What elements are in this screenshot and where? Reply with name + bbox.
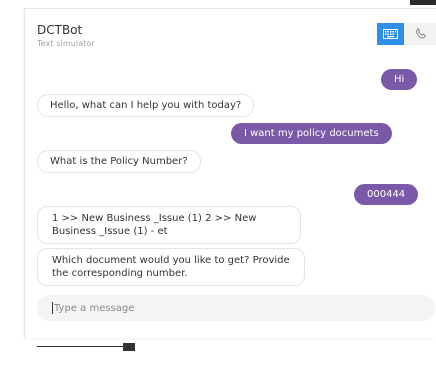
bot-message: What is the Policy Number? <box>37 150 201 173</box>
bot-subtitle: Text simulator <box>37 39 95 48</box>
text-mode-button[interactable] <box>377 23 404 45</box>
text-cursor <box>52 302 53 314</box>
bot-name: DCTBot <box>37 23 83 37</box>
resize-handle[interactable] <box>37 343 137 351</box>
bot-message: Which document would you like to get? Pr… <box>37 248 305 286</box>
phone-icon <box>415 27 426 39</box>
bot-message: 1 >> New Business _Issue (1) 2 >> New Bu… <box>37 206 301 244</box>
chat-header: DCTBot Text simulator <box>25 9 436 57</box>
user-message: 000444 <box>354 184 419 205</box>
keyboard-icon <box>383 29 398 39</box>
chat-window: DCTBot Text simulator Hi Hello, what can… <box>24 8 436 338</box>
message-input[interactable] <box>37 295 435 321</box>
top-edge-marker <box>410 0 436 5</box>
bot-message: Hello, what can I help you with today? <box>37 94 255 117</box>
user-message: I want my policy documets <box>231 123 392 144</box>
user-message: Hi <box>381 69 418 90</box>
message-composer <box>37 295 435 321</box>
voice-mode-button[interactable] <box>405 23 436 45</box>
